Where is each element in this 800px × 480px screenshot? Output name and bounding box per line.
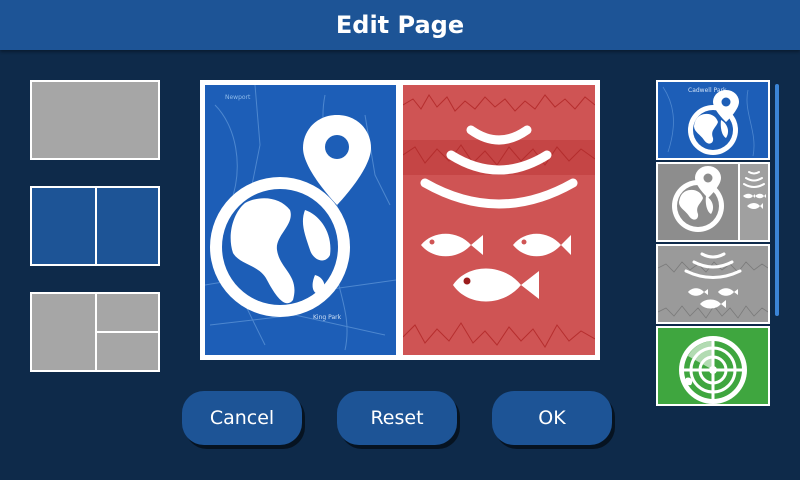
app-thumbnail-chart[interactable]: Cadwell Park [656,80,770,160]
layout-option-three-pane[interactable] [30,292,160,372]
app-thumbnail-radar[interactable] [656,326,770,406]
reset-button[interactable]: Reset [337,391,457,445]
title-bar: Edit Page [0,0,800,50]
svg-text:Newport: Newport [225,94,251,101]
chart-globe-icon: Cadwell Park [662,86,755,157]
pane-divider [95,331,158,333]
app-thumbnail-chart-sonar[interactable] [656,162,770,242]
sonar-fish-icon [658,252,768,319]
sonar-fish-icon [403,94,595,348]
chart-globe-icon: Newport King Park [205,85,396,351]
layout-option-single[interactable] [30,80,160,160]
pane-divider [95,188,97,264]
page-preview: Newport King Park [200,80,600,360]
app-thumbnail-sonar[interactable] [656,244,770,324]
preview-pane-sonar[interactable] [403,85,595,355]
layout-option-two-pane[interactable] [30,186,160,266]
thumbnail-scrollbar[interactable] [775,84,779,316]
page-title: Edit Page [335,11,465,39]
radar-icon [679,336,747,404]
ok-button[interactable]: OK [492,391,612,445]
chart-sonar-combo-icon [672,164,768,240]
preview-pane-chart[interactable]: Newport King Park [205,85,396,355]
svg-text:King Park: King Park [313,314,342,321]
cancel-button[interactable]: Cancel [182,391,302,445]
